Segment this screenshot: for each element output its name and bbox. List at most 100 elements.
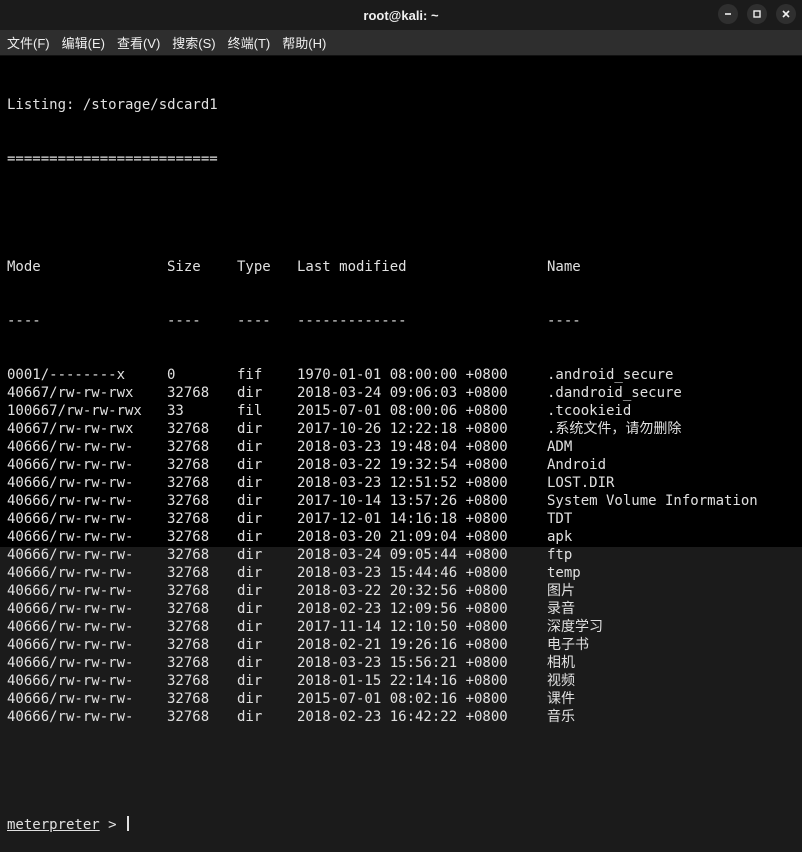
cell-size: 32768 (167, 564, 237, 582)
cell-name: .tcookieid (547, 402, 631, 420)
cell-name: .系统文件，请勿删除 (547, 420, 681, 438)
cell-date: 2018-01-15 22:14:16 +0800 (297, 672, 547, 690)
cell-mode: 40666/rw-rw-rw- (7, 528, 167, 546)
cell-mode: 40666/rw-rw-rw- (7, 582, 167, 600)
cell-size: 32768 (167, 636, 237, 654)
cell-type: dir (237, 636, 297, 654)
listing-row: 40666/rw-rw-rw-32768dir2018-02-23 16:42:… (7, 708, 795, 726)
cell-type: dir (237, 384, 297, 402)
col-type-header: Type (237, 258, 297, 276)
cell-name: LOST.DIR (547, 474, 614, 492)
cell-name: 视频 (547, 672, 575, 690)
cell-type: dir (237, 564, 297, 582)
close-icon (781, 9, 791, 19)
listing-row: 40666/rw-rw-rw-32768dir2018-02-23 12:09:… (7, 600, 795, 618)
cell-size: 32768 (167, 384, 237, 402)
col-size-header: Size (167, 258, 237, 276)
menu-file[interactable]: 文件(F) (7, 33, 50, 52)
cell-mode: 40666/rw-rw-rw- (7, 600, 167, 618)
menu-help[interactable]: 帮助(H) (282, 33, 326, 52)
cell-date: 2017-10-26 12:22:18 +0800 (297, 420, 547, 438)
listing-separator: ========================= (7, 150, 795, 168)
cell-type: dir (237, 672, 297, 690)
prompt-host: meterpreter (7, 816, 100, 834)
close-button[interactable] (776, 4, 796, 24)
cell-mode: 40666/rw-rw-rw- (7, 438, 167, 456)
listing-row: 40666/rw-rw-rw-32768dir2017-12-01 14:16:… (7, 510, 795, 528)
cell-date: 2017-11-14 12:10:50 +0800 (297, 618, 547, 636)
cell-size: 32768 (167, 456, 237, 474)
cell-date: 1970-01-01 08:00:00 +0800 (297, 366, 547, 384)
cell-mode: 40666/rw-rw-rw- (7, 672, 167, 690)
cell-type: dir (237, 708, 297, 726)
cursor (127, 816, 129, 831)
listing-row: 40666/rw-rw-rw-32768dir2018-03-23 19:48:… (7, 438, 795, 456)
cell-type: dir (237, 420, 297, 438)
cell-type: dir (237, 654, 297, 672)
cell-date: 2018-02-23 16:42:22 +0800 (297, 708, 547, 726)
prompt-line[interactable]: meterpreter > (7, 816, 795, 834)
cell-size: 32768 (167, 438, 237, 456)
listing-row: 40666/rw-rw-rw-32768dir2018-03-23 15:56:… (7, 654, 795, 672)
listing-row: 40666/rw-rw-rw-32768dir2018-03-24 09:05:… (7, 546, 795, 564)
cell-type: dir (237, 438, 297, 456)
cell-mode: 40667/rw-rw-rwx (7, 420, 167, 438)
listing-row: 40666/rw-rw-rw-32768dir2018-03-22 19:32:… (7, 456, 795, 474)
cell-type: dir (237, 618, 297, 636)
cell-type: dir (237, 528, 297, 546)
cell-date: 2018-03-23 15:56:21 +0800 (297, 654, 547, 672)
maximize-button[interactable] (747, 4, 767, 24)
blank-row (7, 762, 795, 780)
cell-size: 32768 (167, 654, 237, 672)
minimize-icon (723, 9, 733, 19)
menu-edit[interactable]: 编辑(E) (62, 33, 105, 52)
cell-size: 32768 (167, 600, 237, 618)
menu-search[interactable]: 搜索(S) (172, 33, 215, 52)
listing-row: 40666/rw-rw-rw-32768dir2018-03-23 12:51:… (7, 474, 795, 492)
cell-mode: 0001/--------x (7, 366, 167, 384)
col-mode-header: Mode (7, 258, 167, 276)
cell-size: 32768 (167, 546, 237, 564)
cell-name: ftp (547, 546, 572, 564)
cell-type: dir (237, 456, 297, 474)
cell-name: 录音 (547, 600, 575, 618)
cell-mode: 40666/rw-rw-rw- (7, 546, 167, 564)
titlebar: root@kali: ~ (0, 0, 802, 30)
cell-name: ADM (547, 438, 572, 456)
cell-size: 32768 (167, 618, 237, 636)
cell-date: 2018-03-24 09:05:44 +0800 (297, 546, 547, 564)
window-controls (718, 4, 796, 24)
cell-type: dir (237, 600, 297, 618)
cell-date: 2018-02-23 12:09:56 +0800 (297, 600, 547, 618)
cell-name: System Volume Information (547, 492, 758, 510)
menu-terminal[interactable]: 终端(T) (228, 33, 271, 52)
cell-size: 33 (167, 402, 237, 420)
cell-name: temp (547, 564, 581, 582)
cell-date: 2017-12-01 14:16:18 +0800 (297, 510, 547, 528)
col-name-header: Name (547, 258, 581, 276)
menu-view[interactable]: 查看(V) (117, 33, 160, 52)
listing-row: 0001/--------x0fif1970-01-01 08:00:00 +0… (7, 366, 795, 384)
cell-mode: 40666/rw-rw-rw- (7, 636, 167, 654)
cell-mode: 40666/rw-rw-rw- (7, 510, 167, 528)
cell-type: dir (237, 510, 297, 528)
cell-mode: 40666/rw-rw-rw- (7, 474, 167, 492)
cell-type: fif (237, 366, 297, 384)
cell-type: dir (237, 582, 297, 600)
listing-row: 40666/rw-rw-rw-32768dir2015-07-01 08:02:… (7, 690, 795, 708)
cell-mode: 40667/rw-rw-rwx (7, 384, 167, 402)
cell-name: TDT (547, 510, 572, 528)
cell-name: Android (547, 456, 606, 474)
listing-row: 40667/rw-rw-rwx32768dir2018-03-24 09:06:… (7, 384, 795, 402)
cell-date: 2018-03-23 19:48:04 +0800 (297, 438, 547, 456)
cell-type: dir (237, 492, 297, 510)
minimize-button[interactable] (718, 4, 738, 24)
cell-mode: 40666/rw-rw-rw- (7, 618, 167, 636)
terminal-area[interactable]: Listing: /storage/sdcard1 ==============… (0, 56, 802, 547)
cell-size: 32768 (167, 672, 237, 690)
cell-type: dir (237, 546, 297, 564)
cell-size: 32768 (167, 528, 237, 546)
cell-size: 0 (167, 366, 237, 384)
column-headers: ModeSizeTypeLast modifiedName (7, 258, 795, 276)
cell-date: 2018-03-23 15:44:46 +0800 (297, 564, 547, 582)
